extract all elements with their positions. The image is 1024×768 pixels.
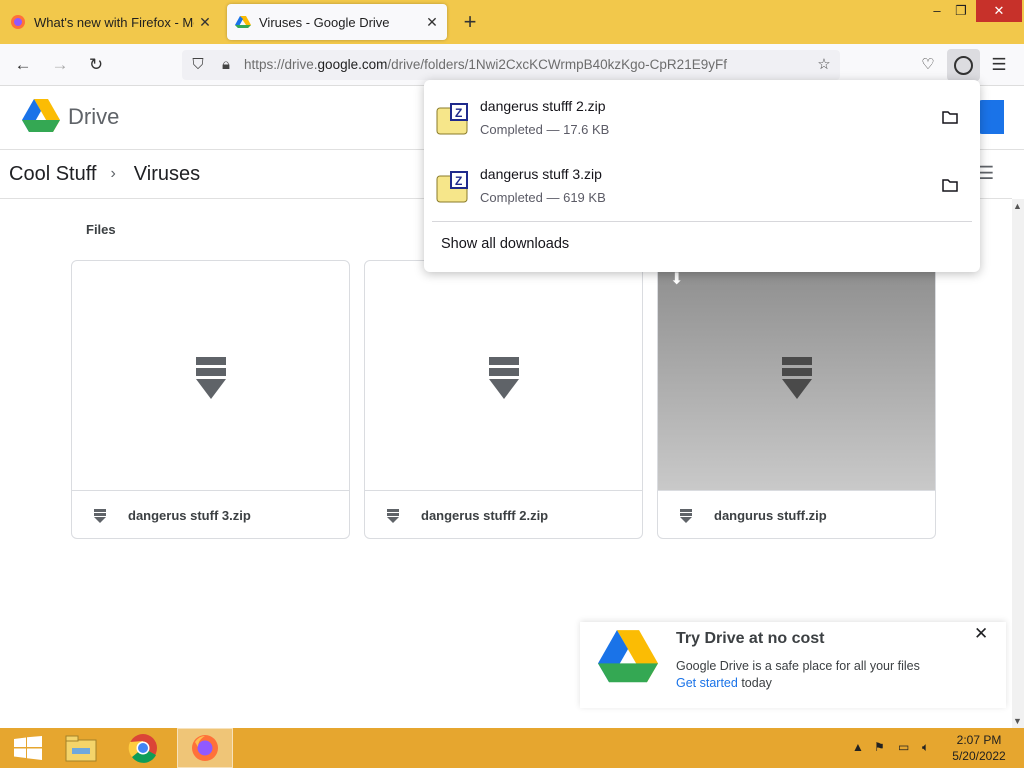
new-tab-button[interactable]: +: [458, 8, 482, 36]
firefox-taskbar-button[interactable]: [177, 728, 233, 768]
restore-button[interactable]: ❐: [946, 0, 976, 22]
system-clock[interactable]: 2:07 PM 5/20/2022: [944, 732, 1014, 764]
promo-cta: Get started today: [676, 676, 772, 690]
action-center-icon[interactable]: ⚑: [874, 740, 885, 754]
file-card[interactable]: ⬇ dangurus stuff.zip: [657, 260, 936, 539]
volume-muted-icon[interactable]: 🔈︎: [922, 740, 929, 755]
zip-icon: [196, 357, 226, 399]
google-drive-logo-icon[interactable]: [22, 99, 60, 133]
file-name: dangerus stufff 2.zip: [421, 508, 549, 523]
file-card[interactable]: dangerus stuff 3.zip: [71, 260, 350, 539]
zip-icon: [680, 508, 692, 523]
firefox-icon: [11, 15, 25, 29]
windows-icon: [14, 736, 42, 760]
menu-icon[interactable]: ☰: [986, 52, 1012, 78]
firefox-icon: [192, 735, 218, 761]
start-button[interactable]: [0, 728, 56, 768]
file-name: dangurus stuff.zip: [714, 508, 827, 523]
download-icon[interactable]: ⬇: [670, 269, 683, 289]
get-started-link[interactable]: Get started: [676, 676, 738, 690]
bookmark-star-icon[interactable]: ☆: [814, 55, 834, 75]
browser-titlebar: What's new with Firefox - More ✕ Viruses…: [0, 0, 1024, 44]
downloads-button[interactable]: [947, 49, 980, 81]
file-name-row: dangerus stufff 2.zip: [365, 490, 642, 538]
svg-text:Z: Z: [455, 174, 462, 188]
clock-date: 5/20/2022: [952, 749, 1006, 763]
network-icon[interactable]: ▭: [898, 740, 909, 754]
drive-app-name[interactable]: Drive: [68, 104, 119, 130]
zip-file-icon: Z: [436, 103, 468, 135]
reload-button[interactable]: ↻: [83, 52, 109, 78]
file-name-row: dangerus stuff 3.zip: [72, 490, 349, 538]
svg-text:Z: Z: [455, 106, 462, 120]
zip-icon: [387, 508, 399, 523]
shield-icon[interactable]: ⛉: [188, 55, 208, 75]
file-name-row: dangurus stuff.zip: [658, 490, 935, 538]
file-card[interactable]: dangerus stufff 2.zip: [364, 260, 643, 539]
download-file-name: dangerus stufff 2.zip: [480, 98, 606, 114]
zip-file-icon: Z: [436, 171, 468, 203]
chevron-right-icon: ›: [110, 165, 116, 182]
close-window-button[interactable]: ✕: [976, 0, 1022, 22]
downloads-panel: Z dangerus stufff 2.zip Completed — 17.6…: [424, 80, 980, 272]
file-explorer-button[interactable]: [53, 728, 109, 768]
clock-time: 2:07 PM: [956, 733, 1002, 747]
download-status: Completed — 17.6 KB: [480, 122, 610, 137]
google-drive-icon: [235, 16, 251, 28]
files-section-label: Files: [86, 222, 116, 237]
folder-icon[interactable]: [942, 110, 958, 124]
breadcrumb-item-viruses[interactable]: Viruses: [134, 163, 200, 186]
address-bar[interactable]: ⛉ 🔒︎ https://drive.google.com/drive/fold…: [182, 50, 840, 80]
breadcrumb: Cool Stuff › Viruses: [9, 160, 200, 188]
promo-description: Google Drive is a safe place for all you…: [676, 659, 920, 673]
close-icon[interactable]: ✕: [421, 14, 443, 31]
scroll-up-icon[interactable]: ▲: [1013, 201, 1022, 211]
list-view-icon[interactable]: ☰: [978, 163, 994, 184]
zip-icon: [782, 357, 812, 399]
url-text: https://drive.google.com/drive/folders/1…: [244, 57, 727, 72]
close-icon[interactable]: ✕: [194, 14, 216, 31]
pocket-icon[interactable]: ♡: [915, 52, 941, 78]
download-file-name: dangerus stuff 3.zip: [480, 166, 602, 182]
google-drive-logo-icon: [598, 630, 658, 683]
forward-button[interactable]: →: [47, 52, 73, 78]
download-item[interactable]: Z dangerus stuff 3.zip Completed — 619 K…: [424, 158, 980, 224]
back-button[interactable]: ←: [10, 52, 36, 78]
promo-title: Try Drive at no cost: [676, 630, 825, 647]
chrome-icon: [128, 734, 157, 763]
sign-in-button[interactable]: [978, 100, 1004, 134]
close-icon[interactable]: ✕: [974, 624, 988, 644]
breadcrumb-item-cool-stuff[interactable]: Cool Stuff: [9, 163, 96, 186]
file-thumbnail: [72, 261, 349, 490]
tab-google-drive[interactable]: Viruses - Google Drive ✕: [227, 4, 447, 40]
show-all-downloads-button[interactable]: Show all downloads: [441, 236, 569, 252]
tab-title: What's new with Firefox - More: [34, 14, 194, 30]
file-name: dangerus stuff 3.zip: [128, 508, 251, 523]
page-scrollbar[interactable]: ▲ ▼: [1012, 199, 1024, 728]
folder-icon[interactable]: [942, 178, 958, 192]
download-status: Completed — 619 KB: [480, 190, 606, 205]
folder-icon: [65, 735, 97, 762]
zip-icon: [94, 508, 106, 523]
show-hidden-icons-icon[interactable]: ▲: [852, 740, 864, 754]
chrome-button[interactable]: [115, 728, 171, 768]
try-drive-promo: Try Drive at no cost Google Drive is a s…: [580, 622, 1006, 708]
scroll-down-icon[interactable]: ▼: [1013, 716, 1022, 726]
zip-icon: [489, 357, 519, 399]
divider: [432, 221, 972, 222]
file-thumbnail: ⬇: [658, 261, 935, 490]
windows-taskbar: ▲ ⚑ ▭ 🔈︎ 2:07 PM 5/20/2022: [0, 728, 1024, 768]
file-thumbnail: [365, 261, 642, 490]
lock-icon[interactable]: 🔒︎: [216, 55, 236, 75]
tab-title: Viruses - Google Drive: [259, 14, 390, 30]
downloads-icon: [954, 56, 973, 75]
download-item[interactable]: Z dangerus stufff 2.zip Completed — 17.6…: [424, 90, 980, 156]
tab-whats-new[interactable]: What's new with Firefox - More ✕: [4, 4, 220, 40]
